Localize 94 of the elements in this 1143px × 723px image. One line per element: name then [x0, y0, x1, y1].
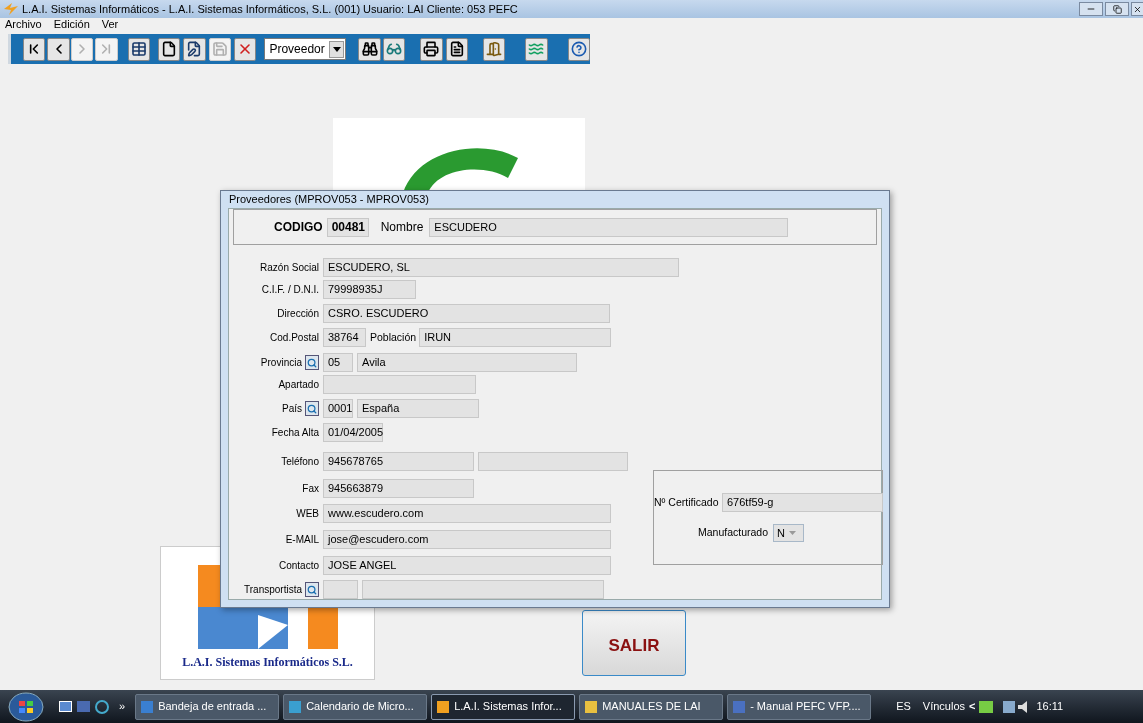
field-label: Contacto — [278, 559, 319, 573]
start-button-icon[interactable] — [8, 691, 44, 722]
field-label: Fax — [302, 482, 319, 496]
text-field[interactable]: 945663879 — [323, 479, 474, 498]
restore-button[interactable] — [1105, 2, 1129, 16]
text-field[interactable]: 945678765 — [323, 452, 474, 471]
field-label: Población — [370, 329, 417, 345]
text-field[interactable]: JOSE ANGEL — [323, 556, 611, 575]
text-field[interactable]: España — [357, 399, 479, 418]
text-field[interactable] — [362, 580, 604, 599]
field-label: Nombre — [380, 219, 424, 236]
text-field[interactable]: Avila — [357, 353, 577, 372]
edit-icon — [186, 41, 203, 57]
wave-icon — [528, 41, 545, 57]
app-logo-icon — [4, 3, 18, 15]
text-field[interactable]: 01/04/2005 — [323, 423, 383, 442]
text-field[interactable]: www.escudero.com — [323, 504, 611, 523]
toolbar-button[interactable] — [183, 37, 206, 61]
glasses-icon — [385, 41, 402, 57]
exit-icon — [486, 41, 503, 57]
browser-icon[interactable] — [95, 699, 109, 714]
window-title: L.A.I. Sistemas Informáticos - L.A.I. Sistemas Informáticos, S.L. (001) Usuario: LAI Cliente: 053 PEFC — [22, 1, 518, 17]
field-label: Provincia — [260, 356, 302, 370]
restore-icon — [1112, 4, 1122, 14]
more-button[interactable]: » — [119, 698, 126, 715]
close-icon — [1133, 4, 1142, 14]
search-icon — [361, 41, 378, 57]
report-icon — [448, 41, 465, 57]
dropdown-arrow-icon — [789, 531, 796, 535]
taskbar-button[interactable]: Bandeja de entrada ... — [135, 693, 280, 720]
close-button[interactable] — [1131, 2, 1143, 16]
field-label: Razón Social — [260, 261, 319, 275]
text-field[interactable]: 00481 — [326, 217, 369, 237]
taskbar-button[interactable]: - Manual PEFC VFP.... — [727, 693, 872, 720]
field-label: Nº Certificado — [654, 494, 718, 510]
text-field[interactable] — [323, 580, 358, 599]
text-field[interactable] — [323, 375, 476, 394]
tray-icon[interactable] — [1003, 700, 1016, 713]
document-icon — [161, 41, 178, 57]
taskbar-button[interactable]: L.A.I. Sistemas Infor... — [431, 693, 576, 720]
text-field[interactable]: IRUN — [419, 328, 612, 347]
toolbar-button[interactable] — [358, 37, 381, 61]
menu-item[interactable]: Edición — [53, 19, 90, 30]
expand-arrow[interactable]: < — [969, 698, 976, 715]
links-toolbar[interactable]: Vínculos — [922, 698, 965, 715]
toolbar-button[interactable] — [23, 37, 46, 61]
printer-icon — [423, 41, 440, 57]
taskbar-button[interactable]: Calendario de Micro... — [283, 693, 428, 720]
field-label: Teléfono — [281, 455, 319, 469]
search-icon — [307, 584, 317, 595]
field-label: Transportista — [244, 583, 302, 597]
help-icon — [570, 41, 587, 57]
minimize-button[interactable] — [1079, 2, 1103, 16]
text-field[interactable] — [478, 452, 628, 471]
menu-item[interactable]: Ver — [101, 19, 119, 30]
table-icon — [130, 41, 147, 57]
record-type-select[interactable]: Proveedor — [264, 38, 347, 60]
manufactured-select[interactable]: N — [773, 524, 804, 542]
text-field[interactable]: 38764 — [323, 328, 366, 347]
language-indicator[interactable]: ES — [896, 698, 911, 715]
clock: 16:11 — [1036, 699, 1064, 715]
toolbar-button[interactable] — [445, 37, 468, 61]
lookup-button[interactable] — [305, 582, 319, 597]
text-field[interactable]: 676tf59-g — [722, 493, 883, 512]
field-label: Fecha Alta — [271, 426, 319, 440]
field-label: C.I.F. / D.N.I. — [261, 283, 319, 297]
lookup-button[interactable] — [305, 401, 319, 416]
field-label: Manufacturado — [696, 525, 768, 541]
toolbar-button[interactable] — [127, 37, 150, 61]
company-name: L.A.I. Sistemas Informáticos S.L. — [182, 654, 353, 671]
lookup-button[interactable] — [305, 355, 319, 370]
field-label: CODIGO — [274, 219, 323, 236]
field-label: País — [282, 402, 302, 416]
text-field[interactable]: jose@escudero.com — [323, 530, 611, 549]
text-field[interactable]: ESCUDERO — [429, 217, 789, 237]
field-label: WEB — [296, 507, 319, 521]
field-label: Apartado — [278, 378, 319, 392]
save-icon — [211, 41, 228, 57]
field-label: E-MAIL — [285, 533, 319, 547]
search-icon — [307, 403, 317, 414]
dialog-title: Proveedores (MPROV053 - MPROV053) — [229, 192, 429, 208]
text-field[interactable]: 05 — [323, 353, 353, 372]
taskbar-button[interactable]: MANUALES DE LAI — [579, 693, 724, 720]
text-field[interactable]: CSRO. ESCUDERO — [323, 304, 610, 323]
field-label: Dirección — [277, 307, 319, 321]
exit-button[interactable]: SALIR — [582, 610, 686, 676]
text-field[interactable]: 0001 — [323, 399, 353, 418]
toolbar-button[interactable] — [420, 37, 443, 61]
field-label: Cod.Postal — [270, 331, 319, 345]
menu-item[interactable]: Archivo — [5, 19, 42, 30]
search-icon — [307, 357, 317, 368]
text-field[interactable]: 79998935J — [323, 280, 416, 299]
text-field[interactable]: ESCUDERO, SL — [323, 258, 679, 277]
toolbar-button[interactable] — [157, 37, 181, 61]
